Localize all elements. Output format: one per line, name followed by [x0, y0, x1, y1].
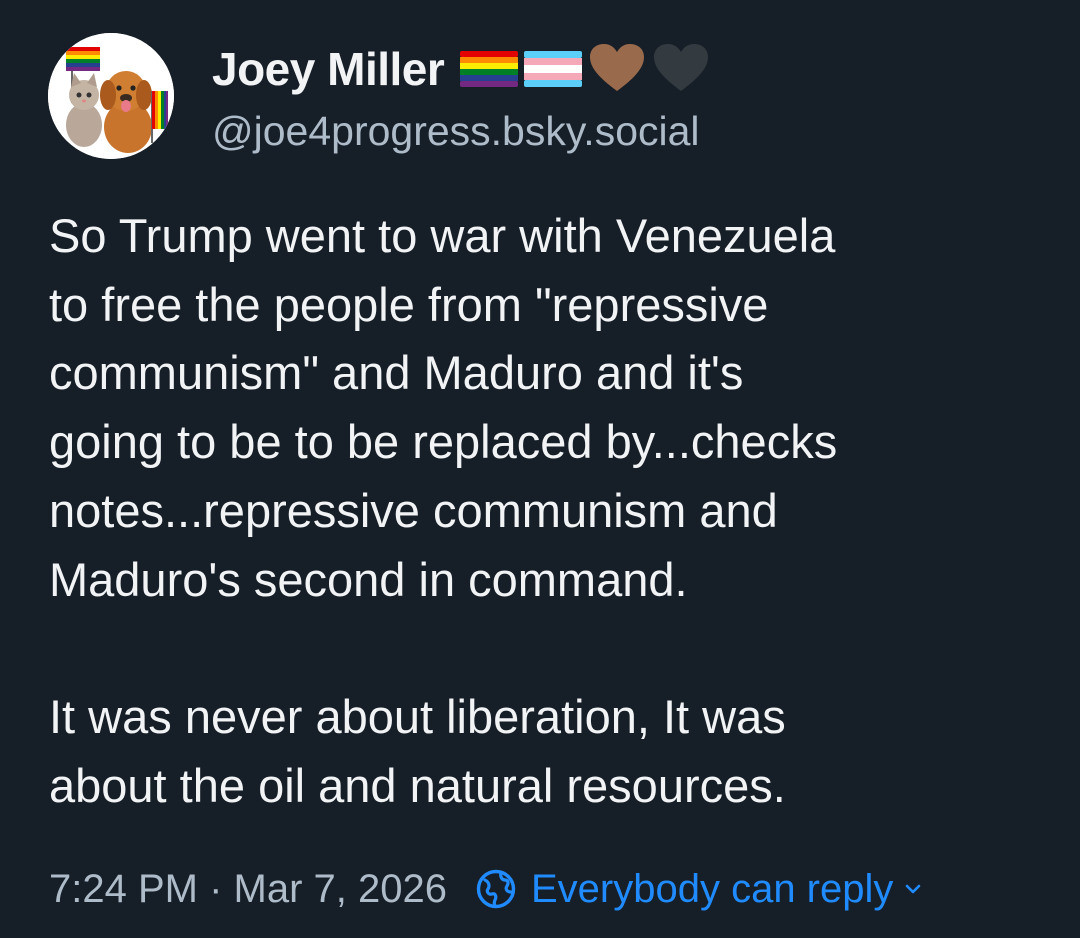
- text-line: Maduro's second in command.: [49, 552, 688, 606]
- chevron-down-icon: [906, 884, 921, 894]
- post-text: So Trump went to war with Venezuela to f…: [49, 202, 1049, 820]
- text-line: It was never about liberation, It was: [49, 689, 786, 743]
- text-line: communism" and Maduro and it's: [49, 346, 744, 400]
- name-flair: [460, 43, 710, 95]
- reply-setting-button[interactable]: Everybody can reply: [475, 867, 923, 912]
- name-row: Joey Miller: [212, 38, 710, 100]
- post-footer: 7:24 PM · Mar 7, 2026 Everybody can repl…: [49, 862, 923, 916]
- paragraph-1: So Trump went to war with Venezuela to f…: [49, 202, 1049, 614]
- transgender-flag-icon: [524, 50, 583, 87]
- post-card: Joey Miller @joe4progress.bsky.social So…: [0, 0, 1080, 938]
- text-line: to free the people from "repressive: [49, 277, 769, 331]
- author-identity: Joey Miller @joe4progress.bsky.social: [212, 38, 710, 155]
- paragraph-2: It was never about liberation, It was ab…: [49, 683, 1049, 820]
- text-line: So Trump went to war with Venezuela: [49, 209, 836, 262]
- rainbow-flag-icon: [460, 50, 519, 87]
- reply-setting-label: Everybody can reply: [530, 866, 894, 911]
- post-header: Joey Miller @joe4progress.bsky.social: [48, 33, 710, 159]
- avatar[interactable]: [48, 33, 174, 159]
- text-line: notes...repressive communism and: [49, 483, 778, 537]
- post-timestamp[interactable]: 7:24 PM · Mar 7, 2026: [49, 867, 447, 912]
- brown-heart-icon: [590, 43, 645, 91]
- text-line: going to be to be replaced by...checks: [49, 415, 838, 469]
- text-line: about the oil and natural resources.: [49, 758, 786, 812]
- globe-icon: [476, 869, 516, 909]
- handle[interactable]: @joe4progress.bsky.social: [212, 108, 710, 155]
- avatar-image: [48, 33, 174, 159]
- black-heart-icon: [654, 43, 709, 91]
- display-name[interactable]: Joey Miller: [212, 42, 445, 96]
